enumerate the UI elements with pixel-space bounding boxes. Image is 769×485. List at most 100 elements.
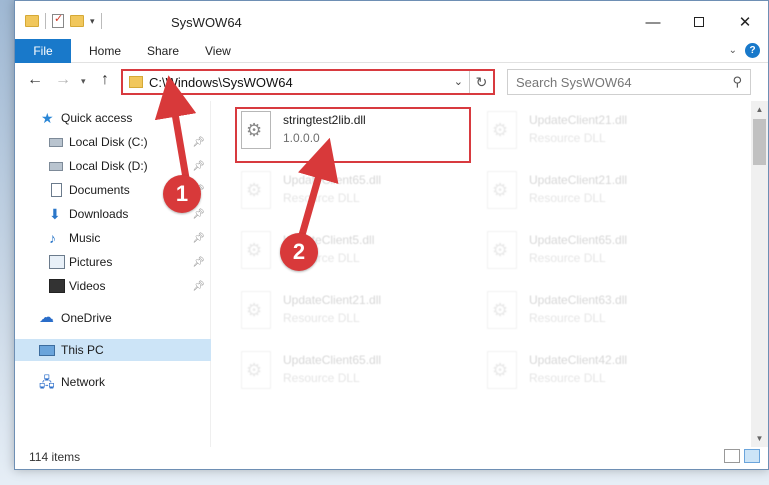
- sidebar-item-network[interactable]: 🖧︎ Network: [15, 371, 211, 393]
- file-tile[interactable]: UpdateClient63.dll Resource DLL: [483, 287, 713, 339]
- file-name: UpdateClient21.dll: [529, 113, 628, 127]
- address-bar[interactable]: C:\Windows\SysWOW64 ⌄ ↻: [121, 69, 495, 95]
- folder-icon: [25, 15, 39, 27]
- file-list: stringtest2lib.dll 1.0.0.0 UpdateClient2…: [213, 101, 747, 447]
- address-dropdown-chevron-icon[interactable]: ⌄: [454, 75, 463, 88]
- file-name: UpdateClient63.dll: [529, 293, 628, 307]
- file-tile[interactable]: UpdateClient65.dll Resource DLL: [237, 167, 467, 219]
- cloud-icon: ☁: [39, 309, 54, 326]
- file-name: UpdateClient65.dll: [283, 353, 382, 367]
- ribbon-controls: ⌄ ?: [729, 43, 760, 58]
- vertical-scrollbar[interactable]: ▲ ▼: [751, 101, 768, 447]
- pin-icon[interactable]: 📌︎: [192, 209, 205, 220]
- help-icon[interactable]: ?: [745, 43, 760, 58]
- sidebar-item-label: Network: [61, 375, 106, 389]
- network-icon: 🖧︎: [39, 374, 55, 390]
- properties-icon[interactable]: [52, 12, 64, 28]
- file-description: Resource DLL: [529, 371, 606, 385]
- scroll-up-arrow-icon[interactable]: ▲: [751, 101, 768, 118]
- tab-view[interactable]: View: [191, 39, 245, 63]
- file-description: Resource DLL: [529, 191, 606, 205]
- ribbon-tabs: File Home Share View ⌄ ?: [15, 39, 768, 63]
- sidebar-item-local-disk-d[interactable]: Local Disk (D:) 📌︎: [15, 155, 211, 177]
- tab-home[interactable]: Home: [75, 39, 135, 63]
- file-tile[interactable]: UpdateClient21.dll Resource DLL: [483, 107, 713, 159]
- search-icon: ⚲: [732, 74, 742, 89]
- file-name: UpdateClient65.dll: [283, 173, 382, 187]
- pictures-icon: [49, 255, 65, 269]
- sidebar-item-pictures[interactable]: Pictures 📌︎: [15, 251, 211, 273]
- sidebar-item-local-disk-c[interactable]: Local Disk (C:) 📌︎: [15, 131, 211, 153]
- back-arrow-icon[interactable]: ←: [27, 71, 43, 89]
- sidebar-item-videos[interactable]: Videos 📌︎: [15, 275, 211, 297]
- toolbar-separator: [45, 13, 46, 29]
- sidebar-item-music[interactable]: ♪ Music 📌︎: [15, 227, 211, 249]
- navigation-pane: ★ Quick access Local Disk (C:) 📌︎ Local …: [15, 101, 211, 447]
- step-marker-1: 1: [163, 175, 201, 213]
- forward-arrow-icon[interactable]: →: [55, 71, 71, 89]
- up-arrow-icon[interactable]: ↑: [101, 71, 109, 89]
- dll-file-icon: [487, 231, 517, 269]
- expand-ribbon-chevron-icon[interactable]: ⌄: [729, 45, 737, 56]
- close-button[interactable]: ✕: [722, 1, 768, 43]
- large-icons-view-icon[interactable]: [744, 449, 760, 463]
- dll-file-icon: [487, 291, 517, 329]
- sidebar-item-label: Music: [69, 231, 101, 245]
- minimize-button[interactable]: —: [630, 1, 676, 43]
- pin-icon[interactable]: 📌︎: [192, 257, 205, 268]
- scrollbar-thumb[interactable]: [753, 119, 766, 165]
- file-name: UpdateClient21.dll: [283, 293, 382, 307]
- window-title: SysWOW64: [171, 15, 242, 30]
- highlight-box: [235, 107, 471, 163]
- explorer-window: ▾ SysWOW64 — ✕ File Home Share View ⌄ ? …: [14, 0, 769, 470]
- file-tile[interactable]: UpdateClient65.dll Resource DLL: [483, 227, 713, 279]
- status-bar: 114 items: [15, 445, 768, 469]
- window-controls: — ✕: [630, 1, 768, 43]
- maximize-button[interactable]: [676, 1, 722, 43]
- file-tile[interactable]: UpdateClient5.dll Resource DLL: [237, 227, 467, 279]
- details-view-icon[interactable]: [724, 449, 740, 463]
- pin-icon[interactable]: 📌︎: [192, 281, 205, 292]
- view-toggle: [724, 449, 760, 463]
- maximize-icon: [694, 17, 704, 27]
- file-tile[interactable]: UpdateClient65.dll Resource DLL: [237, 347, 467, 399]
- address-path[interactable]: C:\Windows\SysWOW64: [149, 75, 293, 90]
- search-placeholder: Search SysWOW64: [516, 75, 632, 90]
- drive-icon: [49, 138, 63, 147]
- dll-file-icon: [241, 291, 271, 329]
- folder-icon: [129, 76, 143, 88]
- pin-icon[interactable]: 📌︎: [192, 161, 205, 172]
- documents-icon: [51, 183, 62, 197]
- sidebar-item-label: Documents: [69, 183, 130, 197]
- file-tile[interactable]: UpdateClient21.dll Resource DLL: [483, 167, 713, 219]
- title-bar: ▾ SysWOW64 — ✕: [15, 1, 768, 43]
- sidebar-item-quick-access[interactable]: ★ Quick access: [15, 107, 211, 129]
- dll-file-icon: [487, 171, 517, 209]
- dll-file-icon: [241, 171, 271, 209]
- sidebar-item-label: Pictures: [69, 255, 113, 269]
- tab-file[interactable]: File: [15, 39, 71, 63]
- file-tile[interactable]: UpdateClient21.dll Resource DLL: [237, 287, 467, 339]
- dll-file-icon: [487, 351, 517, 389]
- customize-toolbar-dropdown[interactable]: ▾: [90, 16, 95, 27]
- recent-locations-chevron-icon[interactable]: ▾: [81, 76, 86, 87]
- sidebar-item-this-pc[interactable]: This PC: [15, 339, 211, 361]
- sidebar-item-onedrive[interactable]: ☁ OneDrive: [15, 307, 211, 329]
- file-description: Resource DLL: [529, 311, 606, 325]
- sidebar-item-label: Local Disk (D:): [69, 159, 148, 173]
- file-tile[interactable]: UpdateClient42.dll Resource DLL: [483, 347, 713, 399]
- refresh-button[interactable]: ↻: [469, 71, 493, 93]
- pin-icon[interactable]: 📌︎: [192, 233, 205, 244]
- tab-share[interactable]: Share: [133, 39, 193, 63]
- pc-icon: [39, 345, 55, 356]
- new-folder-icon[interactable]: [70, 15, 84, 27]
- music-icon: ♪: [49, 230, 56, 246]
- file-description: Resource DLL: [529, 251, 606, 265]
- pin-icon[interactable]: 📌︎: [192, 137, 205, 148]
- navigation-bar: ← → ▾ ↑ C:\Windows\SysWOW64 ⌄ ↻ Search S…: [15, 65, 768, 99]
- file-description: Resource DLL: [529, 131, 606, 145]
- search-input[interactable]: Search SysWOW64 ⚲: [507, 69, 751, 95]
- sidebar-item-label: Local Disk (C:): [69, 135, 148, 149]
- file-name: UpdateClient21.dll: [529, 173, 628, 187]
- step-marker-2: 2: [280, 233, 318, 271]
